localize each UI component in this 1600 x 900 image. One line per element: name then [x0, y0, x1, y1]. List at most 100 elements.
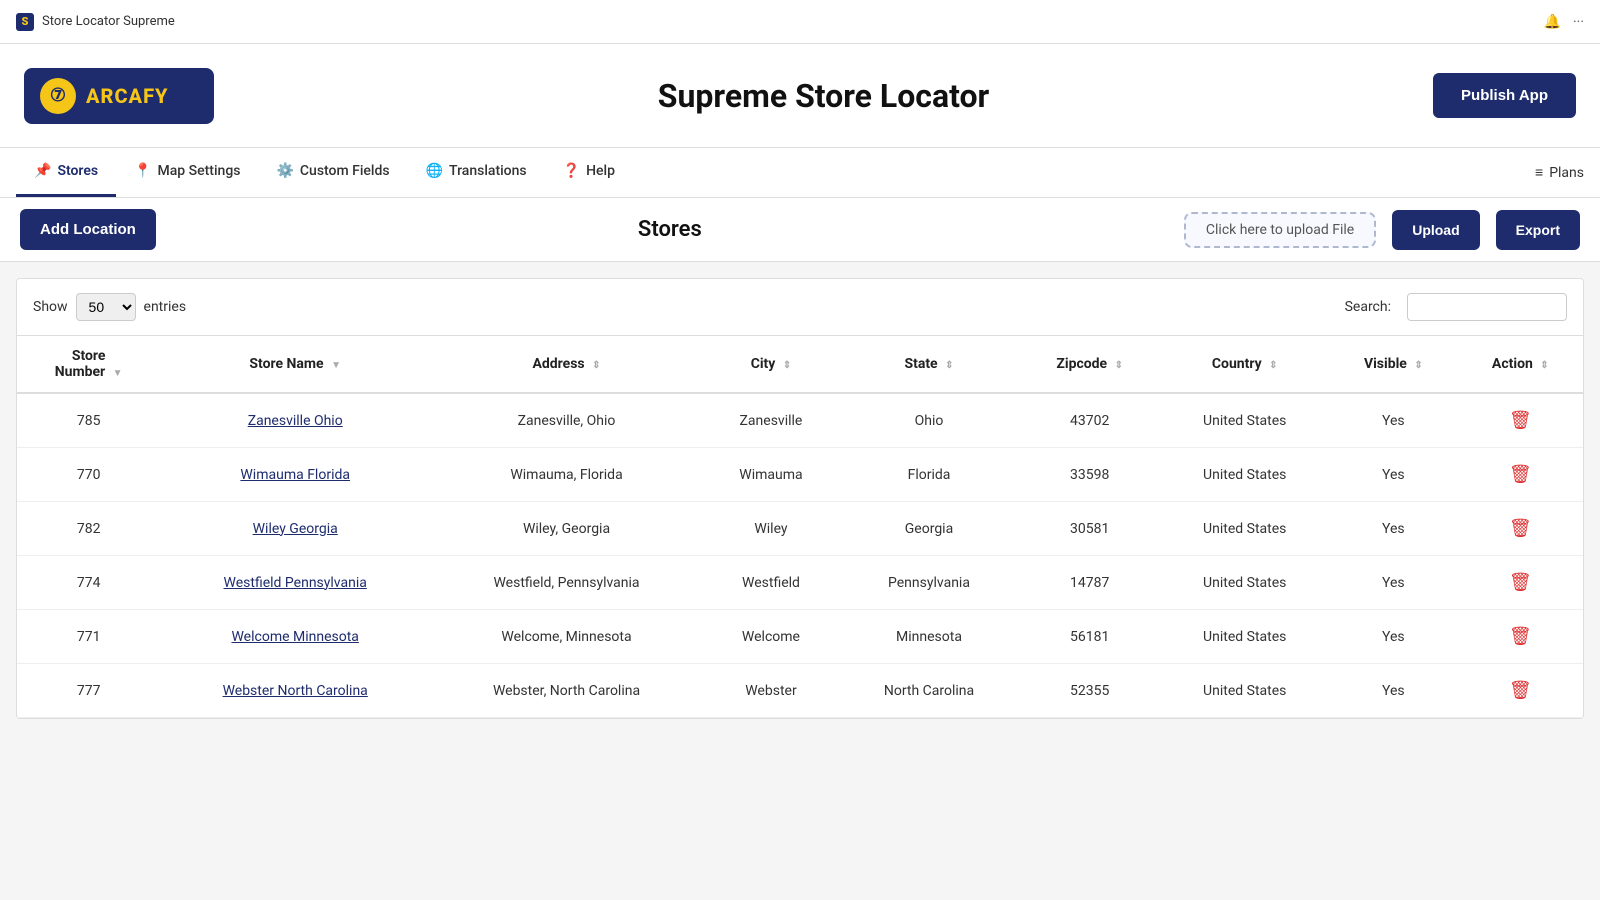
bell-icon[interactable]: 🔔	[1544, 14, 1561, 30]
cell-visible: Yes	[1329, 448, 1458, 502]
upload-button[interactable]: Upload	[1392, 210, 1479, 250]
table-row: 770 Wimauma Florida Wimauma, Florida Wim…	[17, 448, 1583, 502]
cell-store-name[interactable]: Wimauma Florida	[160, 448, 430, 502]
plans-link[interactable]: ≡ Plans	[1535, 164, 1584, 181]
stores-icon: 📌	[34, 163, 51, 179]
cell-store-name[interactable]: Welcome Minnesota	[160, 610, 430, 664]
tab-stores-label: Stores	[57, 163, 98, 179]
search-label: Search:	[1345, 299, 1391, 315]
add-location-button[interactable]: Add Location	[20, 209, 156, 250]
cell-store-number: 777	[17, 664, 160, 718]
cell-zipcode: 56181	[1019, 610, 1160, 664]
cell-store-number: 782	[17, 502, 160, 556]
cell-action[interactable]: 🗑	[1458, 502, 1583, 556]
tab-stores[interactable]: 📌 Stores	[16, 148, 116, 197]
table-row: 774 Westfield Pennsylvania Westfield, Pe…	[17, 556, 1583, 610]
sort-icon-state: ⇕	[945, 360, 953, 371]
sort-icon-zipcode: ⇕	[1115, 360, 1123, 371]
cell-zipcode: 30581	[1019, 502, 1160, 556]
delete-icon[interactable]: 🗑	[1509, 518, 1532, 539]
store-name-link[interactable]: Wimauma Florida	[240, 467, 350, 483]
tab-custom-fields[interactable]: ⚙️ Custom Fields	[258, 148, 407, 197]
store-name-link[interactable]: Zanesville Ohio	[248, 413, 343, 429]
tab-help-label: Help	[586, 163, 615, 179]
store-name-link[interactable]: Westfield Pennsylvania	[224, 575, 367, 591]
table-row: 777 Webster North Carolina Webster, Nort…	[17, 664, 1583, 718]
toolbar-title: Stores	[172, 217, 1168, 242]
cell-visible: Yes	[1329, 664, 1458, 718]
cell-city: Webster	[703, 664, 839, 718]
tab-map-settings-label: Map Settings	[158, 163, 241, 179]
delete-icon[interactable]: 🗑	[1509, 410, 1532, 431]
logo: ⑦ ARCAFY	[24, 68, 214, 124]
tab-custom-fields-label: Custom Fields	[300, 163, 390, 179]
col-state[interactable]: State ⇕	[839, 336, 1019, 394]
cell-state: Florida	[839, 448, 1019, 502]
export-button[interactable]: Export	[1496, 210, 1580, 250]
table-header-row: StoreNumber ▼ Store Name ▼ Address ⇕ Cit…	[17, 336, 1583, 394]
entries-select[interactable]: 50 25 10 100	[76, 293, 136, 321]
store-name-link[interactable]: Welcome Minnesota	[231, 629, 358, 645]
sort-icon-visible: ⇕	[1414, 360, 1422, 371]
col-store-number[interactable]: StoreNumber ▼	[17, 336, 160, 394]
header: ⑦ ARCAFY Supreme Store Locator Publish A…	[0, 44, 1600, 148]
cell-action[interactable]: 🗑	[1458, 556, 1583, 610]
cell-store-name[interactable]: Westfield Pennsylvania	[160, 556, 430, 610]
cell-zipcode: 43702	[1019, 393, 1160, 448]
cell-action[interactable]: 🗑	[1458, 610, 1583, 664]
col-visible[interactable]: Visible ⇕	[1329, 336, 1458, 394]
cell-visible: Yes	[1329, 556, 1458, 610]
sort-icon-city: ⇕	[783, 360, 791, 371]
cell-store-number: 785	[17, 393, 160, 448]
cell-country: United States	[1160, 448, 1329, 502]
col-country[interactable]: Country ⇕	[1160, 336, 1329, 394]
tab-help[interactable]: ❓ Help	[545, 148, 633, 197]
store-name-link[interactable]: Webster North Carolina	[223, 683, 368, 699]
col-action[interactable]: Action ⇕	[1458, 336, 1583, 394]
cell-action[interactable]: 🗑	[1458, 448, 1583, 502]
cell-store-number: 774	[17, 556, 160, 610]
delete-icon[interactable]: 🗑	[1509, 572, 1532, 593]
cell-visible: Yes	[1329, 610, 1458, 664]
cell-store-number: 770	[17, 448, 160, 502]
table-row: 771 Welcome Minnesota Welcome, Minnesota…	[17, 610, 1583, 664]
cell-action[interactable]: 🗑	[1458, 393, 1583, 448]
cell-visible: Yes	[1329, 393, 1458, 448]
upload-file-area[interactable]: Click here to upload File	[1184, 212, 1376, 248]
entries-label: entries	[144, 299, 187, 315]
col-city[interactable]: City ⇕	[703, 336, 839, 394]
cell-city: Zanesville	[703, 393, 839, 448]
tab-map-settings[interactable]: 📍 Map Settings	[116, 148, 258, 197]
cell-address: Westfield, Pennsylvania	[430, 556, 703, 610]
more-icon[interactable]: ···	[1573, 14, 1584, 30]
stores-table-container: Show 50 25 10 100 entries Search: StoreN…	[16, 278, 1584, 719]
col-address[interactable]: Address ⇕	[430, 336, 703, 394]
store-name-link[interactable]: Wiley Georgia	[253, 521, 338, 537]
cell-country: United States	[1160, 610, 1329, 664]
tab-translations-label: Translations	[449, 163, 527, 179]
app-favicon: S	[16, 13, 34, 31]
tab-translations[interactable]: 🌐 Translations	[408, 148, 545, 197]
toolbar: Add Location Stores Click here to upload…	[0, 198, 1600, 262]
cell-store-name[interactable]: Zanesville Ohio	[160, 393, 430, 448]
cell-country: United States	[1160, 664, 1329, 718]
cell-store-name[interactable]: Wiley Georgia	[160, 502, 430, 556]
cell-state: Pennsylvania	[839, 556, 1019, 610]
delete-icon[interactable]: 🗑	[1509, 680, 1532, 701]
cell-address: Wimauma, Florida	[430, 448, 703, 502]
page-main-title: Supreme Store Locator	[214, 77, 1433, 115]
col-zipcode[interactable]: Zipcode ⇕	[1019, 336, 1160, 394]
table-row: 782 Wiley Georgia Wiley, Georgia Wiley G…	[17, 502, 1583, 556]
logo-icon: ⑦	[40, 78, 76, 114]
col-store-name[interactable]: Store Name ▼	[160, 336, 430, 394]
cell-store-number: 771	[17, 610, 160, 664]
cell-city: Westfield	[703, 556, 839, 610]
delete-icon[interactable]: 🗑	[1509, 626, 1532, 647]
publish-app-button[interactable]: Publish App	[1433, 73, 1576, 118]
cell-address: Zanesville, Ohio	[430, 393, 703, 448]
translations-icon: 🌐	[426, 163, 443, 179]
delete-icon[interactable]: 🗑	[1509, 464, 1532, 485]
cell-store-name[interactable]: Webster North Carolina	[160, 664, 430, 718]
search-input[interactable]	[1407, 293, 1567, 321]
cell-action[interactable]: 🗑	[1458, 664, 1583, 718]
